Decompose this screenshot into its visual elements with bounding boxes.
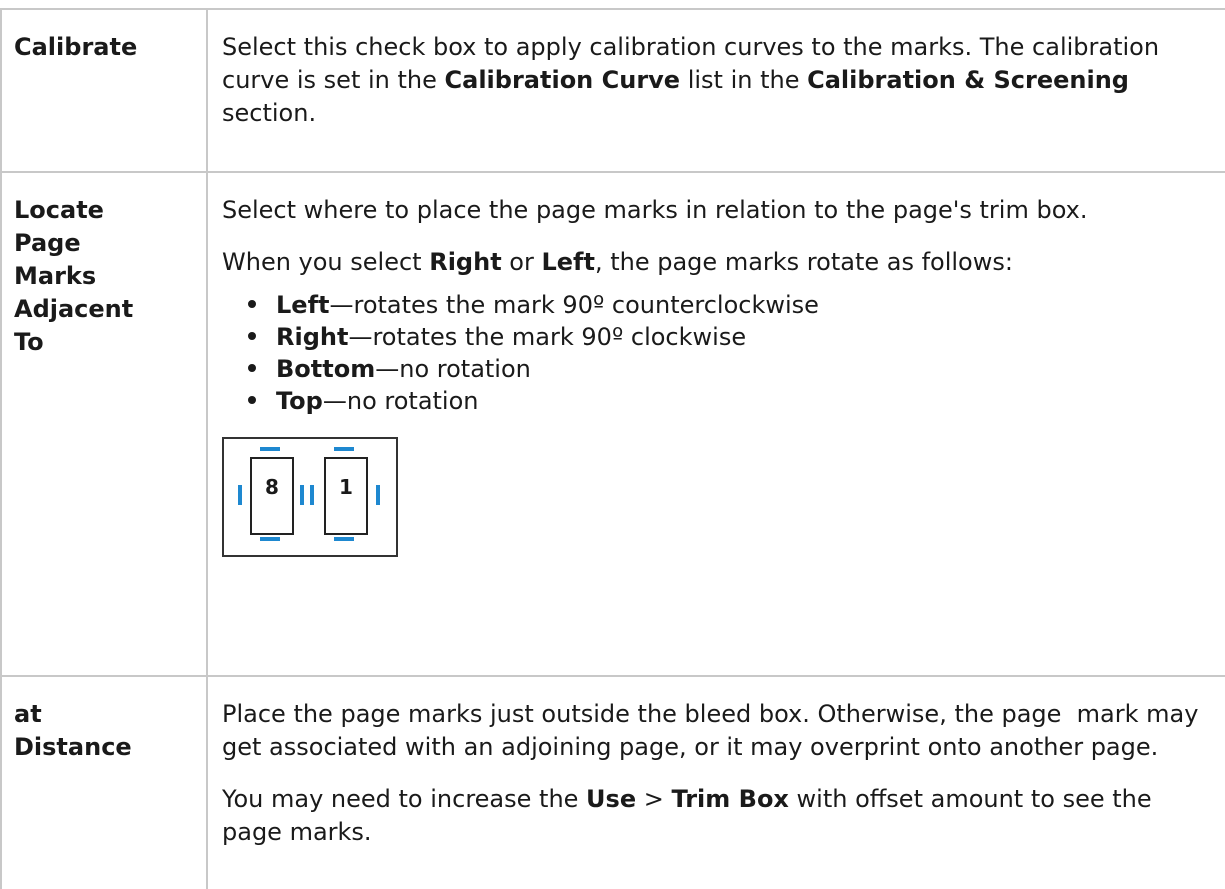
desc-calibrate: Select this check box to apply calibrati… bbox=[207, 8, 1225, 173]
text: When you select bbox=[222, 248, 430, 276]
term-line: Page bbox=[14, 229, 81, 257]
desc-distance: Place the page marks just outside the bl… bbox=[207, 676, 1225, 889]
list-item: Bottom—no rotation bbox=[248, 353, 1216, 385]
mark-top bbox=[334, 447, 354, 451]
mark-bottom bbox=[260, 537, 280, 541]
term-line: Locate bbox=[14, 196, 104, 224]
text: —rotates the mark 90º counterclockwise bbox=[329, 291, 819, 319]
text: You may need to increase the bbox=[222, 785, 587, 813]
bold-text: Bottom bbox=[276, 355, 376, 383]
list-item: Right—rotates the mark 90º clockwise bbox=[248, 321, 1216, 353]
table-row-calibrate: Calibrate Select this check box to apply… bbox=[0, 8, 1225, 173]
bold-text: Left bbox=[276, 291, 330, 319]
desc-bold: Calibration & Screening bbox=[807, 66, 1129, 94]
page-box: 8 bbox=[250, 457, 294, 535]
text: —rotates the mark 90º clockwise bbox=[348, 323, 747, 351]
paragraph: When you select Right or Left, the page … bbox=[222, 246, 1216, 279]
page-marks-figure: 8 1 bbox=[222, 437, 398, 557]
page-number: 8 bbox=[265, 475, 279, 499]
term-locate: Locate Page Marks Adjacent To bbox=[0, 172, 208, 677]
term-distance: at Distance bbox=[0, 676, 208, 889]
mark-bottom bbox=[334, 537, 354, 541]
text: —no rotation bbox=[375, 355, 531, 383]
list-item: Top—no rotation bbox=[248, 385, 1216, 417]
mark-right bbox=[300, 485, 304, 505]
term-line: Marks bbox=[14, 262, 97, 290]
desc-bold: Calibration Curve bbox=[444, 66, 681, 94]
mark-top bbox=[260, 447, 280, 451]
bold-text: Right bbox=[276, 323, 349, 351]
text: or bbox=[501, 248, 542, 276]
desc-text: list in the bbox=[680, 66, 808, 94]
mark-left bbox=[238, 485, 242, 505]
paragraph: Select where to place the page marks in … bbox=[222, 196, 1088, 224]
bold-text: Left bbox=[541, 248, 595, 276]
term-line: To bbox=[14, 328, 44, 356]
text: > bbox=[636, 785, 672, 813]
bold-text: Use bbox=[586, 785, 637, 813]
paragraph: You may need to increase the Use > Trim … bbox=[222, 783, 1216, 849]
desc-text: section. bbox=[222, 99, 317, 127]
page-number: 1 bbox=[339, 475, 353, 499]
term-calibrate: Calibrate bbox=[0, 8, 208, 173]
rotation-list: Left—rotates the mark 90º counterclockwi… bbox=[222, 289, 1216, 417]
bullet-icon bbox=[248, 364, 256, 372]
options-table: Calibrate Select this check box to apply… bbox=[0, 8, 1225, 889]
bullet-icon bbox=[248, 300, 256, 308]
mark-right bbox=[376, 485, 380, 505]
bullet-icon bbox=[248, 332, 256, 340]
paragraph: Place the page marks just outside the bl… bbox=[222, 700, 1207, 761]
text: —no rotation bbox=[322, 387, 479, 415]
term-line: Distance bbox=[14, 733, 132, 761]
desc-locate: Select where to place the page marks in … bbox=[207, 172, 1225, 677]
mark-left bbox=[310, 485, 314, 505]
text: , the page marks rotate as follows: bbox=[594, 248, 1013, 276]
bold-text: Top bbox=[276, 387, 323, 415]
bold-text: Trim Box bbox=[671, 785, 789, 813]
list-item: Left—rotates the mark 90º counterclockwi… bbox=[248, 289, 1216, 321]
table-row-distance: at Distance Place the page marks just ou… bbox=[0, 676, 1225, 889]
bold-text: Right bbox=[429, 248, 502, 276]
term-line: Adjacent bbox=[14, 295, 134, 323]
page-box: 1 bbox=[324, 457, 368, 535]
bullet-icon bbox=[248, 396, 256, 404]
table-row-locate: Locate Page Marks Adjacent To Select whe… bbox=[0, 172, 1225, 677]
term-line: at bbox=[14, 700, 42, 728]
